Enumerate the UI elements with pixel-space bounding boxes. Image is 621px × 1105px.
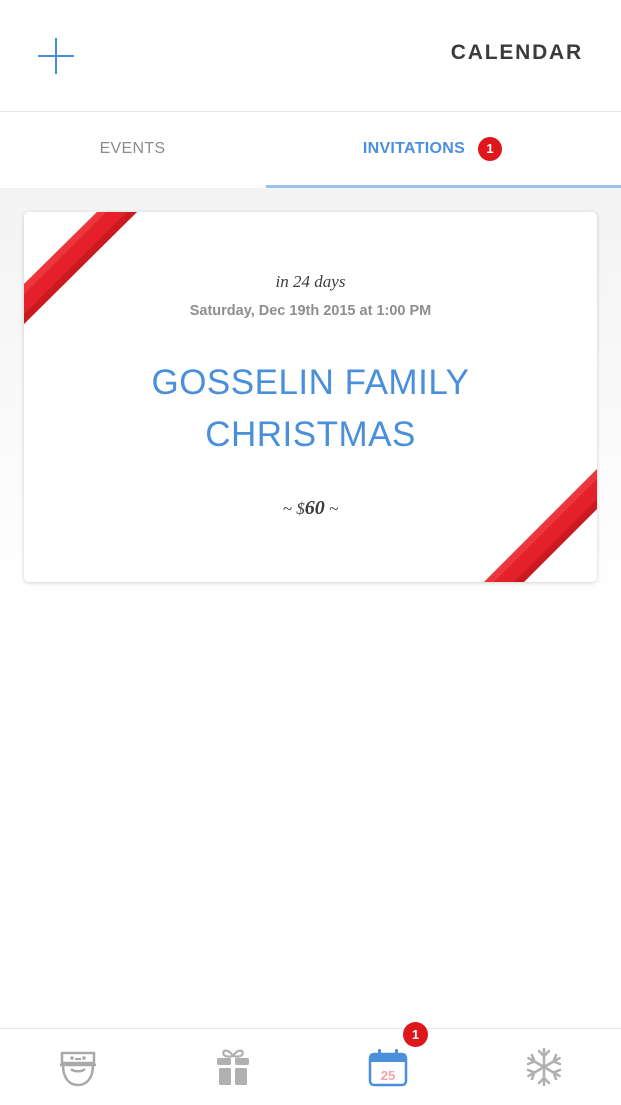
event-title-line-2: CHRISTMAS — [205, 415, 416, 454]
event-title-line-1: GOSSELIN FAMILY — [151, 363, 470, 402]
event-datetime: Saturday, Dec 19th 2015 at 1:00 PM — [189, 303, 432, 319]
tab-invitations[interactable]: INVITATIONS 1 — [266, 112, 621, 186]
tab-bar: EVENTS INVITATIONS 1 — [0, 112, 621, 188]
santa-icon — [59, 1051, 96, 1087]
invitation-card[interactable]: in 24 days Saturday, Dec 19th 2015 at 1:… — [24, 212, 597, 582]
page-title: CALENDAR — [450, 41, 583, 64]
price-suffix: ~ — [324, 499, 339, 518]
calendar-day-number: 25 — [380, 1068, 394, 1083]
days-until-text: in 24 days — [275, 272, 346, 291]
gift-icon — [216, 1049, 249, 1085]
price-amount: 60 — [304, 497, 325, 519]
event-title: GOSSELIN FAMILY CHRISTMAS — [24, 357, 597, 461]
bottom-tab-bar: 25 1 — [0, 1022, 621, 1105]
add-button[interactable] — [36, 36, 76, 76]
invitations-count-badge: 1 — [478, 137, 503, 161]
nav-gifts[interactable] — [155, 1029, 310, 1105]
price-prefix: ~ $ — [282, 499, 305, 518]
nav-santa[interactable] — [0, 1029, 155, 1105]
snowflake-icon — [526, 1047, 561, 1087]
plus-icon — [38, 38, 74, 74]
nav-snowflake[interactable] — [466, 1029, 621, 1105]
calendar-icon: 25 — [368, 1049, 407, 1087]
price-label: ~ $60 ~ — [24, 497, 597, 520]
tab-events-label: EVENTS — [99, 140, 166, 157]
calendar-notification-badge: 1 — [403, 1022, 428, 1047]
tab-invitations-label: INVITATIONS — [362, 140, 466, 157]
tab-events[interactable]: EVENTS — [0, 112, 265, 186]
app-header: CALENDAR — [0, 0, 621, 112]
nav-calendar[interactable]: 25 1 — [310, 1022, 465, 1105]
